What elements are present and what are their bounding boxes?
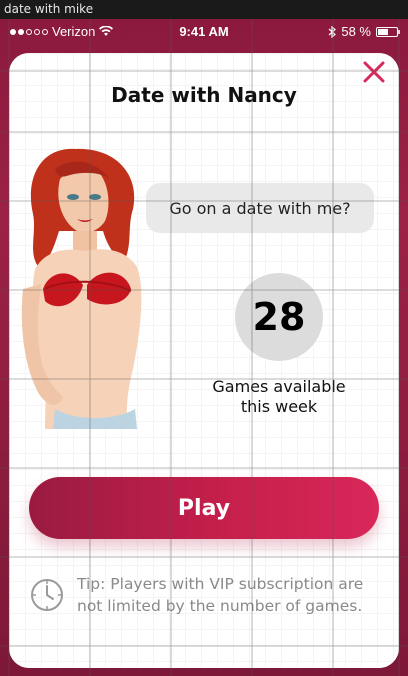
battery-icon	[376, 26, 400, 37]
vip-tip: Tip: Players with VIP subscription are n…	[77, 575, 364, 615]
speech-bubble: Go on a date with me?	[146, 183, 374, 233]
game-card: Date with Nancy Go on a date with me? 28…	[9, 53, 399, 668]
battery-percent: 58 %	[341, 24, 371, 39]
games-label-line2: this week	[240, 397, 318, 416]
page-title: Date with Nancy	[111, 83, 297, 107]
app-frame: date with mike Verizon 9:41 AM 58 % Date…	[0, 0, 408, 676]
play-button[interactable]: Play	[29, 477, 379, 539]
character-illustration	[21, 148, 142, 429]
status-bar: Verizon 9:41 AM 58 %	[0, 19, 408, 44]
clock-icon	[31, 579, 63, 611]
bluetooth-icon	[328, 25, 337, 38]
games-available-label: Games available this week	[189, 377, 369, 417]
games-label-line1: Games available	[212, 377, 346, 396]
window-title: date with mike	[0, 0, 408, 19]
close-icon[interactable]	[361, 59, 387, 85]
games-count: 28	[235, 273, 323, 361]
status-right: 58 %	[328, 24, 400, 39]
